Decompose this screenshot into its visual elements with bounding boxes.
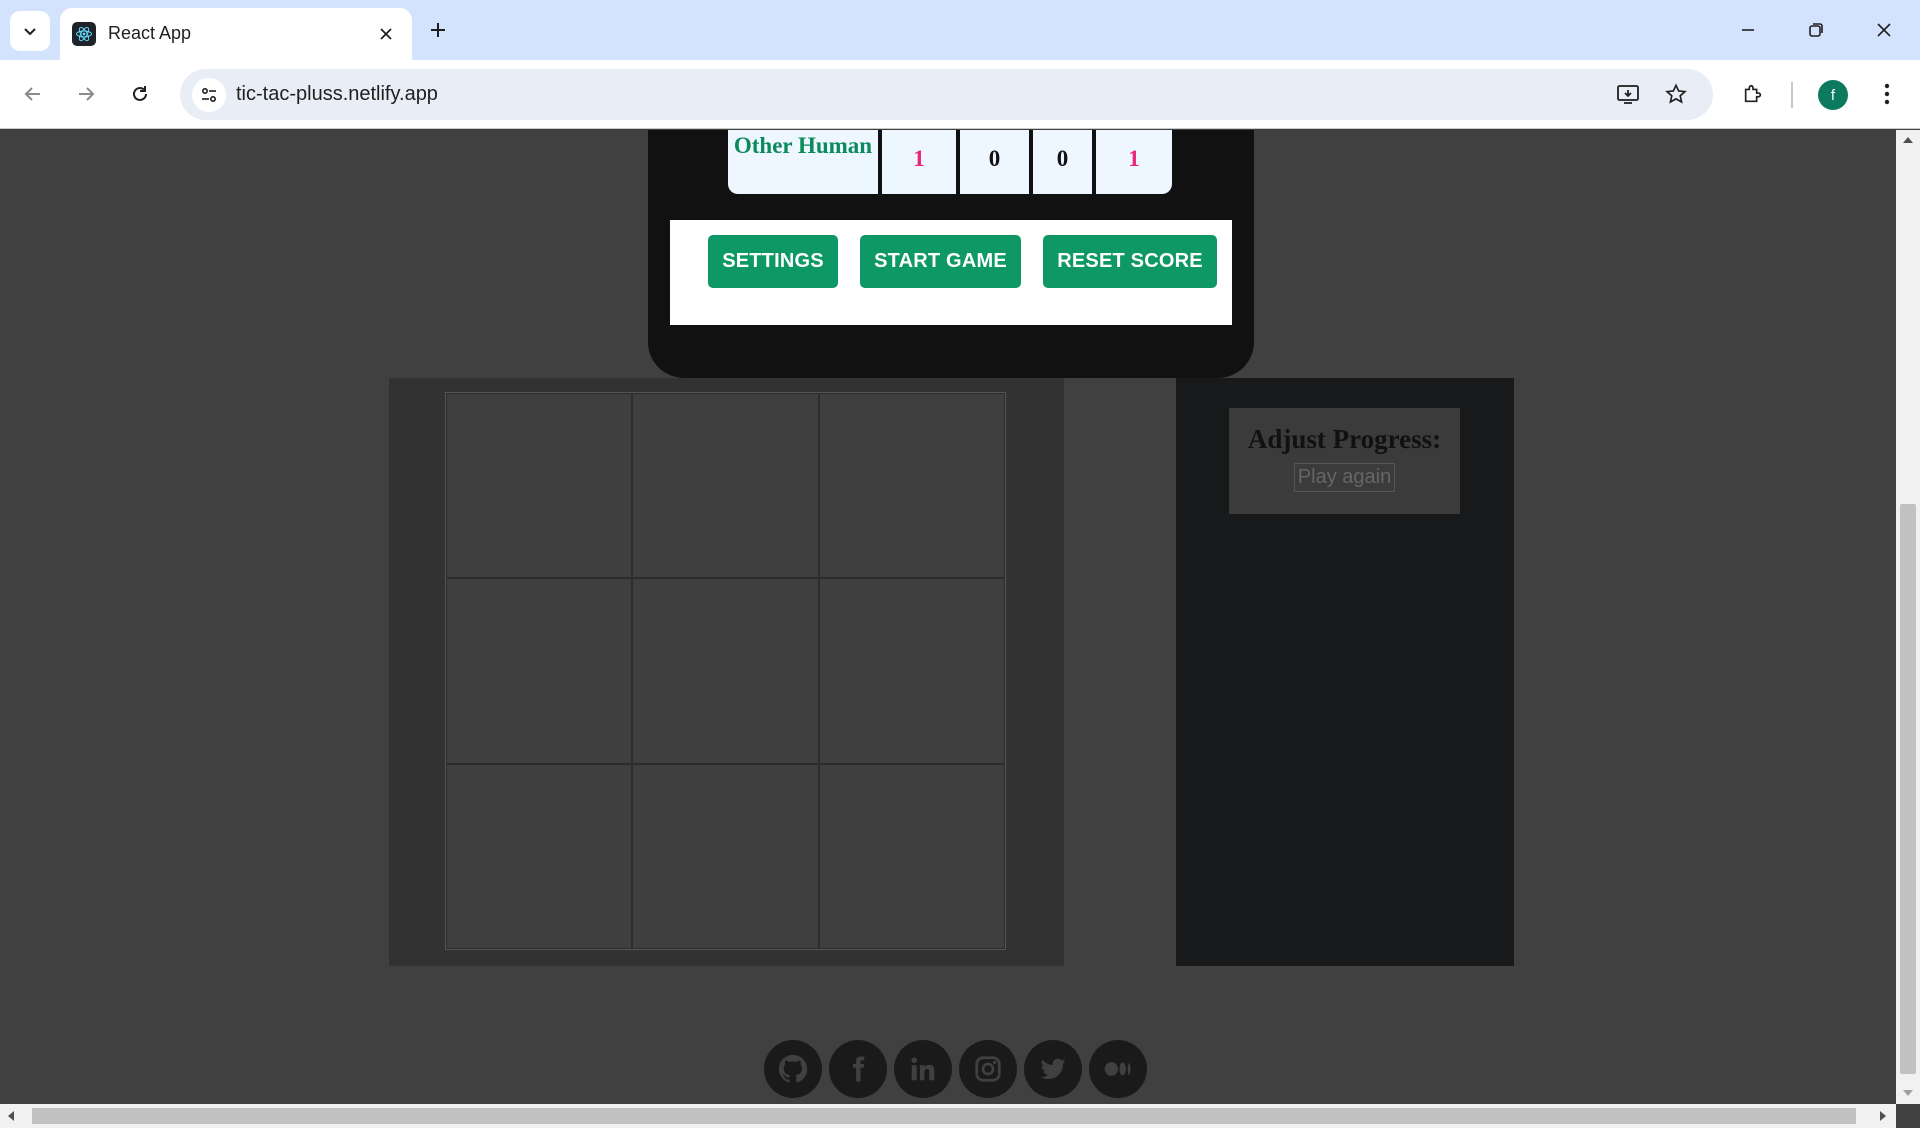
board-cell[interactable]: [632, 763, 819, 949]
puzzle-icon: [1744, 84, 1762, 103]
minimize-button[interactable]: [1728, 10, 1768, 50]
board-container: [389, 378, 1064, 966]
twitter-icon[interactable]: [1024, 1040, 1082, 1098]
forward-button[interactable]: [65, 73, 107, 115]
start-game-button[interactable]: START GAME: [860, 235, 1021, 288]
horizontal-scrollbar[interactable]: [0, 1104, 1896, 1128]
scroll-right-icon[interactable]: [1880, 1111, 1886, 1121]
instagram-icon[interactable]: [959, 1040, 1017, 1098]
vertical-scrollbar[interactable]: [1896, 130, 1920, 1104]
tune-icon: [201, 87, 217, 103]
browser-tab[interactable]: React App: [60, 8, 412, 60]
score-cell: 1: [1096, 130, 1172, 194]
restore-icon: [1809, 23, 1823, 37]
minimize-icon: [1742, 29, 1754, 31]
url-text: tic-tac-pluss.netlify.app: [236, 83, 438, 105]
scroll-down-icon[interactable]: [1903, 1090, 1913, 1096]
star-icon: [1665, 83, 1687, 104]
reload-button[interactable]: [119, 73, 161, 115]
settings-button[interactable]: SETTINGS: [708, 235, 838, 288]
facebook-icon[interactable]: [829, 1040, 887, 1098]
horizontal-scroll-thumb[interactable]: [32, 1108, 1856, 1124]
score-cell: 0: [960, 130, 1029, 194]
board-cell[interactable]: [632, 393, 819, 579]
extensions-button[interactable]: [1732, 73, 1774, 115]
score-cell: 0: [1033, 130, 1092, 194]
bookmark-button[interactable]: [1655, 73, 1697, 115]
new-tab-button[interactable]: [422, 14, 454, 46]
player-name: Other Human: [728, 130, 878, 194]
reset-score-button[interactable]: RESET SCORE: [1043, 235, 1217, 288]
install-app-button[interactable]: [1607, 73, 1649, 115]
arrow-left-icon: [24, 87, 40, 101]
scroll-left-icon[interactable]: [8, 1111, 14, 1121]
install-icon: [1617, 85, 1639, 104]
scoreboard-card: Other Human 1 0 0 1 SETTINGS START GAME …: [648, 130, 1254, 378]
profile-avatar[interactable]: f: [1818, 80, 1848, 110]
linkedin-icon[interactable]: [894, 1040, 952, 1098]
reload-icon: [133, 86, 147, 101]
restore-button[interactable]: [1796, 10, 1836, 50]
board-cell[interactable]: [632, 578, 819, 764]
board-cell[interactable]: [446, 578, 633, 764]
tab-search-button[interactable]: [10, 11, 50, 51]
progress-panel: Adjust Progress: Play again: [1176, 378, 1514, 966]
game-board: [445, 392, 1006, 950]
toolbar-separator: [1791, 82, 1793, 108]
browser-menu-button[interactable]: [1866, 73, 1908, 115]
score-table: Other Human 1 0 0 1: [728, 130, 1172, 194]
tab-title: React App: [108, 23, 192, 43]
board-cell[interactable]: [446, 393, 633, 579]
github-icon[interactable]: [764, 1040, 822, 1098]
progress-title: Adjust Progress:: [1247, 424, 1442, 454]
tab-close-button[interactable]: [372, 20, 400, 48]
board-cell[interactable]: [818, 393, 1005, 579]
react-icon: [72, 22, 96, 46]
close-icon: [380, 28, 392, 40]
back-button[interactable]: [12, 73, 54, 115]
play-again-button[interactable]: Play again: [1293, 463, 1396, 492]
board-cell[interactable]: [818, 578, 1005, 764]
medium-icon[interactable]: [1089, 1040, 1147, 1098]
game-controls: SETTINGS START GAME RESET SCORE: [670, 220, 1232, 325]
site-info-button[interactable]: [192, 78, 226, 112]
more-vert-icon: [1884, 83, 1890, 105]
progress-box: Adjust Progress: Play again: [1229, 408, 1460, 514]
scroll-up-icon[interactable]: [1903, 137, 1913, 143]
arrow-right-icon: [79, 87, 95, 101]
close-icon: [1877, 23, 1891, 37]
plus-icon: [431, 23, 445, 37]
vertical-scroll-thumb[interactable]: [1900, 504, 1916, 1074]
chevron-down-icon: [24, 28, 36, 36]
window-close-button[interactable]: [1864, 10, 1904, 50]
browser-toolbar: tic-tac-pluss.netlify.app: [0, 60, 1920, 129]
board-cell[interactable]: [446, 763, 633, 949]
address-bar[interactable]: tic-tac-pluss.netlify.app: [180, 69, 1713, 120]
board-cell[interactable]: [818, 763, 1005, 949]
social-links: [764, 1040, 1154, 1098]
score-cell: 1: [882, 130, 956, 194]
tab-strip: React App: [0, 0, 1920, 60]
